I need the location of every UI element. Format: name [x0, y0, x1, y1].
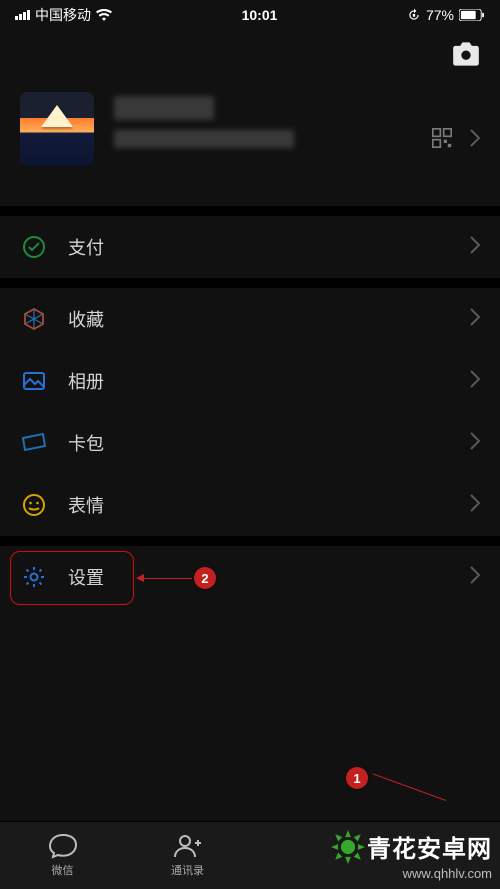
menu-cards[interactable]: 卡包	[0, 412, 500, 474]
chat-icon	[48, 833, 78, 859]
menu-label: 收藏	[68, 306, 104, 332]
watermark-logo-icon	[331, 830, 365, 864]
battery-icon	[459, 9, 485, 21]
chevron-right-icon	[470, 129, 480, 147]
annotation-arrowhead	[136, 574, 144, 582]
menu-label: 支付	[68, 234, 104, 260]
menu-favorites[interactable]: 收藏	[0, 288, 500, 350]
annotation-1-group: 1	[346, 767, 368, 789]
album-icon	[20, 369, 48, 393]
chevron-right-icon	[470, 566, 480, 584]
divider	[0, 278, 500, 288]
cards-icon	[20, 432, 48, 454]
qrcode-icon[interactable]	[432, 128, 452, 148]
profile-subtitle-redacted	[114, 130, 294, 148]
tab-contacts[interactable]: 通讯录	[125, 822, 250, 889]
tab-chats[interactable]: 微信	[0, 822, 125, 889]
camera-icon[interactable]	[452, 42, 480, 66]
clock: 10:01	[242, 7, 278, 23]
signal-icon	[15, 10, 30, 20]
avatar	[20, 92, 94, 166]
tab-label: 微信	[52, 862, 74, 878]
menu-label: 表情	[68, 492, 104, 518]
profile-row[interactable]	[0, 74, 500, 206]
chevron-right-icon	[470, 308, 480, 326]
annotation-badge-1: 1	[346, 767, 368, 789]
divider	[0, 206, 500, 216]
carrier-label: 中国移动	[35, 5, 91, 25]
annotation-badge-2: 2	[194, 567, 216, 589]
menu-label: 卡包	[68, 430, 104, 456]
status-right: 77%	[407, 7, 485, 23]
favorites-icon	[20, 307, 48, 331]
menu-pay[interactable]: 支付	[0, 216, 500, 278]
profile-info	[114, 96, 480, 163]
status-bar: 中国移动 10:01 77%	[0, 0, 500, 30]
watermark-url: www.qhhlv.com	[331, 866, 492, 881]
chevron-right-icon	[470, 370, 480, 388]
battery-percent: 77%	[426, 7, 454, 23]
wifi-icon	[96, 9, 112, 21]
contacts-icon	[173, 833, 203, 859]
watermark: 青花安卓网 www.qhhlv.com	[331, 829, 492, 881]
menu-settings[interactable]: 设置 2	[0, 546, 500, 608]
divider	[0, 536, 500, 546]
status-left: 中国移动	[15, 5, 112, 25]
header-actions	[0, 30, 500, 74]
chevron-right-icon	[470, 236, 480, 254]
menu-album[interactable]: 相册	[0, 350, 500, 412]
annotation-line	[144, 578, 192, 579]
emoji-icon	[20, 493, 48, 517]
profile-name-redacted	[114, 96, 214, 120]
rotation-lock-icon	[407, 8, 421, 22]
annotation-line-1	[373, 773, 447, 801]
chevron-right-icon	[470, 494, 480, 512]
menu-sticker[interactable]: 表情	[0, 474, 500, 536]
pay-icon	[20, 235, 48, 259]
chevron-right-icon	[470, 432, 480, 450]
menu-label: 设置	[68, 564, 104, 590]
tab-label: 通讯录	[171, 862, 204, 878]
gear-icon	[20, 565, 48, 589]
menu-label: 相册	[68, 368, 104, 394]
watermark-brand: 青花安卓网	[367, 829, 492, 864]
